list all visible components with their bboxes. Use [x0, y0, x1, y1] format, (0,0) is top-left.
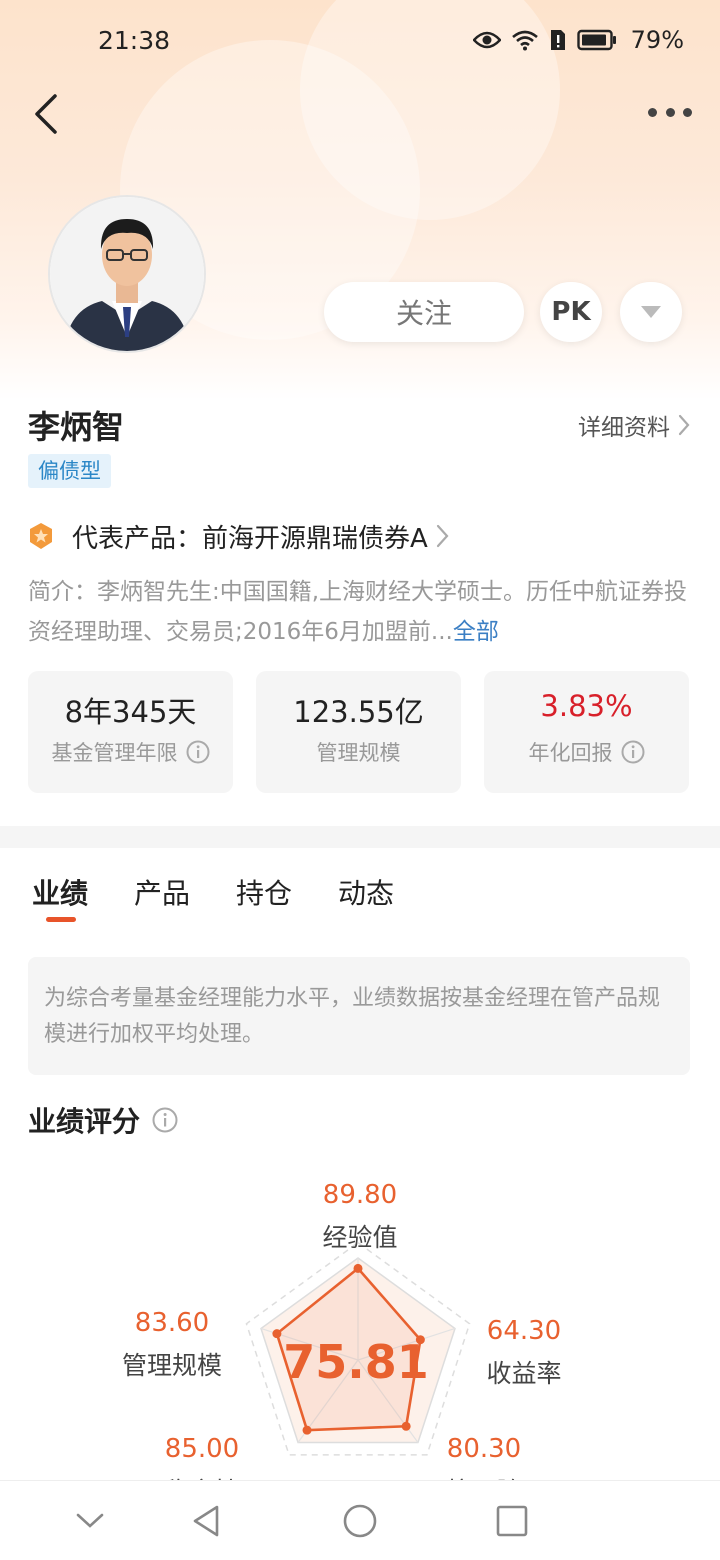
radar-total-score: 75.81	[283, 1335, 429, 1389]
radar-data-point	[302, 1425, 312, 1435]
stat-value: 3.83%	[540, 689, 633, 723]
eye-icon	[472, 31, 501, 49]
tab-products[interactable]: 产品	[134, 872, 190, 912]
back-button[interactable]	[24, 88, 68, 140]
radar-value-experience: 89.80	[322, 1180, 398, 1210]
score-section-title: 业绩评分	[28, 1100, 178, 1140]
chevron-left-icon	[35, 94, 57, 134]
stat-label-text: 管理规模	[316, 741, 401, 765]
radar-chart: 75.81	[245, 1241, 471, 1456]
triangle-back-icon	[193, 1505, 219, 1537]
nav-back-button[interactable]	[184, 1499, 228, 1543]
info-icon[interactable]	[152, 1107, 178, 1133]
nav-home-button[interactable]	[338, 1499, 382, 1543]
representative-product-label: 代表产品：	[72, 523, 203, 554]
stat-label-text: 年化回报	[528, 741, 613, 765]
circle-home-icon	[343, 1504, 377, 1538]
status-bar: 21:38 79%	[0, 0, 720, 80]
stat-value: 123.55亿	[293, 695, 424, 729]
tab-bar: 业绩 产品 持仓 动态	[0, 860, 720, 930]
radar-data-point	[272, 1329, 282, 1339]
tab-performance[interactable]: 业绩	[32, 872, 88, 912]
intro-expand-link[interactable]: 全部	[453, 619, 499, 645]
triangle-down-icon	[641, 306, 661, 318]
radar-label-stability: 稳定性	[132, 1472, 272, 1480]
nav-recents-button[interactable]	[490, 1499, 534, 1543]
battery-percent: 79%	[630, 26, 684, 54]
radar-value-risk: 80.30	[446, 1434, 522, 1464]
dropdown-button[interactable]	[620, 282, 682, 342]
section-divider	[0, 826, 720, 848]
score-title-text: 业绩评分	[28, 1105, 141, 1138]
stat-label: 基金管理年限	[28, 737, 233, 767]
score-radar: 75.81 89.80 经验值 64.30 收益率 80.30 抗风险 85.0…	[0, 1170, 720, 1480]
chevron-down-icon	[76, 1513, 104, 1528]
manager-intro: 简介：李炳智先生:中国国籍,上海财经大学硕士。历任中航证券投资经理助理、交易员;…	[28, 572, 688, 652]
representative-product-name: 前海开源鼎瑞债券A	[202, 523, 428, 554]
stat-card-scale: 123.55亿 管理规模	[256, 671, 461, 793]
status-icons: 79%	[472, 26, 684, 54]
pk-button[interactable]: PK	[540, 282, 602, 342]
fund-type-tag: 偏债型	[28, 454, 111, 488]
radar-label-return: 收益率	[486, 1359, 562, 1388]
active-tab-indicator	[46, 917, 76, 922]
radar-value-scale: 83.60	[134, 1308, 210, 1338]
medal-badge-icon	[30, 523, 52, 549]
chevron-right-icon	[678, 414, 690, 436]
detail-info-label: 详细资料	[578, 415, 670, 441]
more-dots-icon	[665, 107, 675, 117]
stat-card-return: 3.83% 年化回报	[484, 671, 689, 793]
status-time: 21:38	[98, 26, 171, 55]
sim-alert-icon	[550, 30, 565, 50]
manager-name: 李炳智	[28, 408, 125, 446]
radar-value-stability: 85.00	[164, 1434, 240, 1464]
radar-value-return: 64.30	[486, 1316, 562, 1346]
stat-label: 管理规模	[256, 737, 461, 767]
tab-news[interactable]: 动态	[338, 872, 394, 912]
follow-button[interactable]: 关注	[324, 282, 524, 342]
system-nav-bar	[0, 1480, 720, 1560]
detail-info-link[interactable]: 详细资料	[578, 408, 690, 442]
radar-data-point	[353, 1263, 363, 1273]
radar-label-risk: 抗风险	[414, 1472, 554, 1480]
stat-label: 年化回报	[484, 737, 689, 767]
info-icon[interactable]	[186, 740, 210, 764]
battery-icon	[576, 29, 616, 51]
radar-label-experience: 经验值	[322, 1223, 398, 1252]
performance-note: 为综合考量基金经理能力水平，业绩数据按基金经理在管产品规模进行加权平均处理。	[28, 957, 690, 1075]
stat-card-tenure: 8年345天 基金管理年限	[28, 671, 233, 793]
manager-avatar	[48, 195, 206, 353]
more-dots-icon	[648, 107, 657, 117]
representative-product-row[interactable]: 代表产品： 前海开源鼎瑞债券A	[28, 516, 450, 556]
radar-label-scale: 管理规模	[121, 1351, 222, 1380]
tab-holdings[interactable]: 持仓	[236, 872, 292, 912]
more-button[interactable]	[648, 96, 692, 128]
avatar-portrait	[50, 197, 204, 351]
stat-label-text: 基金管理年限	[51, 741, 178, 765]
intro-text: 简介：李炳智先生:中国国籍,上海财经大学硕士。历任中航证券投资经理助理、交易员;…	[28, 579, 688, 645]
chevron-right-icon	[436, 524, 449, 548]
more-dots-icon	[683, 107, 692, 117]
wifi-icon	[511, 30, 538, 51]
square-recents-icon	[496, 1505, 528, 1537]
radar-data-point	[401, 1421, 411, 1431]
nav-collapse-button[interactable]	[68, 1499, 112, 1543]
stat-value: 8年345天	[64, 695, 197, 729]
info-icon[interactable]	[621, 740, 645, 764]
